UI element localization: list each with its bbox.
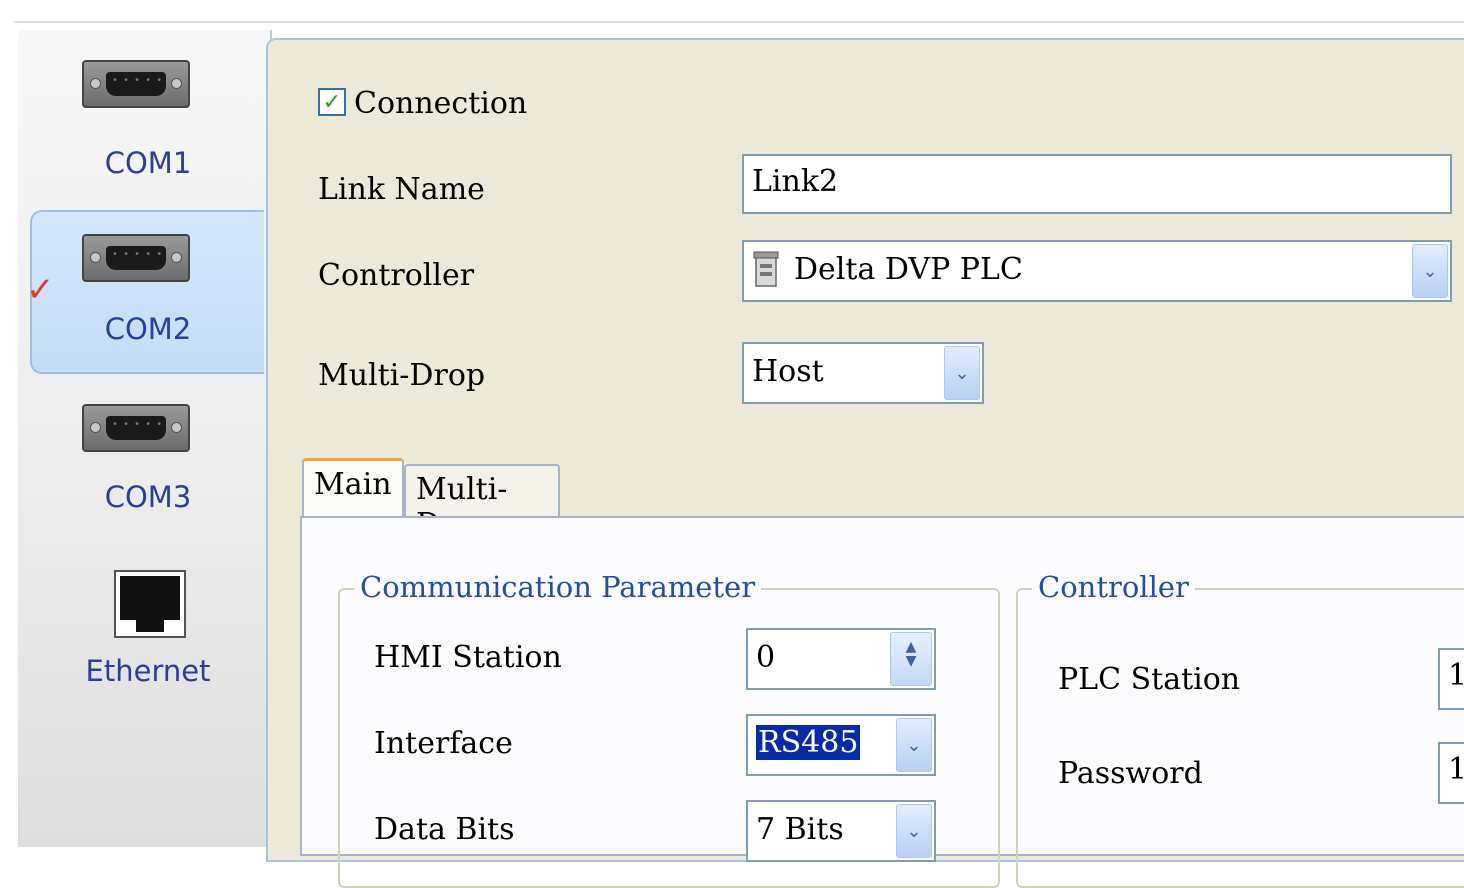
chevron-down-icon[interactable]: ⌄ — [896, 804, 932, 858]
plc-icon — [753, 251, 779, 287]
controller-label: Controller — [318, 258, 475, 293]
controller-group: Controller PLC Station 1 Password 1: — [1016, 570, 1464, 888]
hmi-station-label: HMI Station — [374, 640, 562, 675]
hmi-station-stepper[interactable]: 0 ▲ ▼ — [746, 628, 936, 690]
data-bits-label: Data Bits — [374, 812, 515, 847]
controller-group-title: Controller — [1032, 570, 1195, 604]
checkmark-icon: ✓ — [26, 270, 55, 310]
link-name-field[interactable]: Link2 — [742, 154, 1452, 214]
hmi-station-value: 0 — [756, 640, 776, 675]
password-field[interactable]: 1: — [1438, 742, 1464, 804]
link-name-label: Link Name — [318, 172, 485, 207]
serial-port-icon — [82, 234, 190, 282]
communication-parameter-group: Communication Parameter HMI Station 0 ▲ … — [338, 570, 1000, 888]
port-com3[interactable]: COM3 — [32, 382, 264, 542]
serial-port-icon — [82, 60, 190, 108]
port-com1[interactable]: COM1 — [32, 40, 264, 200]
interface-value: RS485 — [756, 725, 861, 760]
serial-port-icon — [82, 404, 190, 452]
plc-station-field[interactable]: 1 — [1438, 648, 1464, 710]
connection-label: Connection — [354, 86, 528, 121]
controller-value: Delta DVP PLC — [794, 252, 1023, 287]
tab-main-content: Communication Parameter HMI Station 0 ▲ … — [300, 516, 1464, 888]
multi-drop-select[interactable]: Host ⌄ — [742, 342, 984, 404]
ethernet-port-icon — [114, 570, 186, 638]
port-label-com1: COM1 — [104, 146, 192, 180]
spin-buttons[interactable]: ▲ ▼ — [890, 632, 932, 686]
chevron-down-icon[interactable]: ⌄ — [1412, 244, 1448, 298]
port-sidebar: COM1 ✓ COM2 COM3 Ethernet — [18, 30, 272, 847]
data-bits-value: 7 Bits — [756, 812, 844, 847]
controller-select[interactable]: Delta DVP PLC ⌄ — [742, 240, 1452, 302]
port-com2[interactable]: ✓ COM2 — [26, 210, 264, 374]
multi-drop-value: Host — [752, 354, 824, 389]
plc-station-label: PLC Station — [1058, 662, 1241, 697]
arrow-down-icon[interactable]: ▼ — [891, 653, 931, 679]
multi-drop-label: Multi-Drop — [318, 358, 486, 393]
password-label: Password — [1058, 756, 1203, 791]
port-ethernet[interactable]: Ethernet — [32, 570, 264, 730]
port-label-ethernet: Ethernet — [85, 654, 211, 688]
chevron-down-icon[interactable]: ⌄ — [896, 718, 932, 772]
port-label-com2: COM2 — [104, 312, 192, 346]
communication-parameter-title: Communication Parameter — [354, 570, 762, 604]
top-divider — [14, 21, 1464, 23]
link-settings-panel: ✓ Connection Link Name Link2 Controller … — [266, 38, 1464, 888]
interface-label: Interface — [374, 726, 513, 761]
data-bits-select[interactable]: 7 Bits ⌄ — [746, 800, 936, 862]
tab-multi-drop[interactable]: Multi-Drop — [404, 464, 560, 542]
connection-checkbox[interactable]: ✓ — [318, 88, 346, 116]
chevron-down-icon[interactable]: ⌄ — [944, 346, 980, 400]
tab-main[interactable]: Main — [302, 458, 404, 518]
port-label-com3: COM3 — [104, 480, 192, 514]
interface-select[interactable]: RS485 ⌄ — [746, 714, 936, 776]
